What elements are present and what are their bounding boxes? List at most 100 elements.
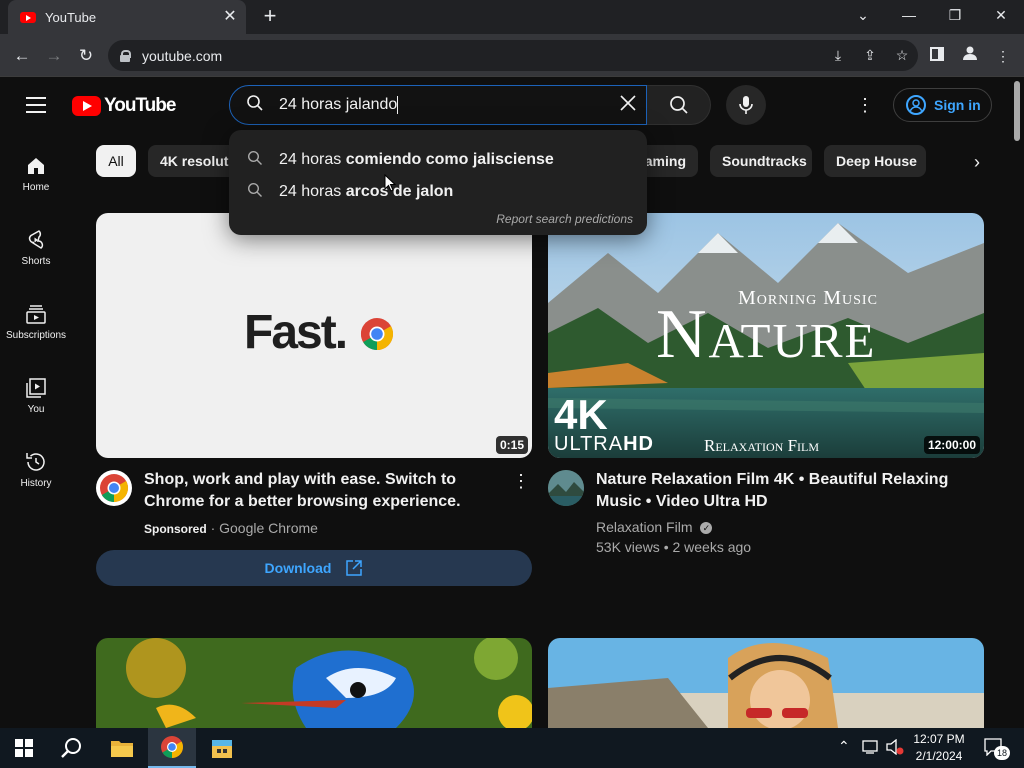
relaxation-film-channel-avatar[interactable] xyxy=(548,470,584,506)
external-link-icon xyxy=(346,560,363,576)
tab-title: YouTube xyxy=(45,9,97,25)
address-bar[interactable]: youtube.com ⤓ ⇪ ☆ xyxy=(108,40,918,71)
suggestion-item[interactable]: 24 horas arcos de jalon xyxy=(229,176,647,208)
video-duration: 12:00:00 xyxy=(923,436,980,454)
verified-check-icon: ✓ xyxy=(700,522,713,535)
video-thumbnail-nature[interactable]: Morning Music Nature 4K ULTRAHD Relaxati… xyxy=(548,213,984,458)
youtube-favicon-icon xyxy=(20,11,36,23)
search-input[interactable]: 24 horas jalando xyxy=(229,85,647,125)
subscriptions-icon xyxy=(24,302,48,326)
bird-image xyxy=(96,638,532,728)
guide-item-subscriptions[interactable]: Subscriptions xyxy=(0,286,72,360)
video-title[interactable]: Shop, work and play with ease. Switch to… xyxy=(144,469,504,513)
search-icon xyxy=(669,96,688,114)
clear-search-icon[interactable] xyxy=(610,92,646,118)
scrollbar-thumb[interactable] xyxy=(1014,81,1020,141)
chip-all[interactable]: All xyxy=(96,145,136,177)
minimize-button[interactable]: — xyxy=(886,0,932,30)
new-tab-button[interactable]: + xyxy=(258,4,282,28)
taskbar-search-button[interactable] xyxy=(48,728,96,768)
thumbnail-hd-text: HD xyxy=(623,433,654,455)
windows-taskbar: ⌃ 12:07 PM 2/1/2024 18 xyxy=(0,728,1024,768)
close-window-button[interactable]: ✕ xyxy=(978,0,1024,30)
restore-button[interactable]: ❐ xyxy=(932,0,978,30)
share-icon[interactable]: ⇪ xyxy=(854,47,886,64)
page-scrollbar[interactable] xyxy=(1010,77,1024,728)
windows-logo-icon xyxy=(15,739,33,757)
browser-menu-icon[interactable]: ⋮ xyxy=(991,44,1015,68)
browser-tab-youtube[interactable]: YouTube ✕ xyxy=(8,0,246,34)
video-duration: 0:15 xyxy=(495,436,528,454)
guide-item-you[interactable]: You xyxy=(0,360,72,434)
install-app-icon[interactable]: ⤓ xyxy=(822,47,854,64)
system-clock[interactable]: 12:07 PM 2/1/2024 xyxy=(900,731,978,765)
you-icon xyxy=(24,376,48,400)
guide-menu-icon[interactable] xyxy=(26,97,46,113)
download-button[interactable]: Download xyxy=(96,550,532,586)
folder-icon xyxy=(111,741,133,757)
close-tab-icon[interactable]: ✕ xyxy=(220,7,240,27)
search-icon xyxy=(61,738,81,758)
youtube-logo[interactable]: YouTube xyxy=(72,95,176,117)
bookmark-star-icon[interactable]: ☆ xyxy=(886,47,918,64)
taskbar-file-explorer[interactable] xyxy=(98,728,146,768)
guide-item-shorts[interactable]: Shorts xyxy=(0,212,72,286)
network-icon[interactable] xyxy=(862,739,880,760)
forward-button[interactable]: → xyxy=(40,42,68,70)
account-icon xyxy=(906,95,926,115)
side-panel-icon[interactable] xyxy=(925,44,949,68)
search-icon xyxy=(246,94,266,117)
search-button[interactable] xyxy=(647,85,711,125)
video-thumbnail-beach[interactable] xyxy=(548,638,984,728)
suggestion-item[interactable]: 24 horas comiendo como jalisciense xyxy=(229,144,647,176)
video-title[interactable]: Nature Relaxation Film 4K • Beautiful Re… xyxy=(596,469,966,513)
profile-icon[interactable] xyxy=(958,44,982,68)
chrome-channel-avatar[interactable] xyxy=(96,470,132,506)
thumbnail-relaxation-film-text: Relaxation Film xyxy=(704,436,820,455)
thumbnail-4k-text: 4K xyxy=(554,391,608,438)
back-button[interactable]: ← xyxy=(8,42,36,70)
chip-soundtracks[interactable]: Soundtracks xyxy=(710,145,812,177)
search-icon xyxy=(247,150,263,171)
chip-deep-house[interactable]: Deep House xyxy=(824,145,926,177)
lock-icon[interactable] xyxy=(120,49,131,62)
sign-in-button[interactable]: Sign in xyxy=(893,88,992,122)
video-thumbnail-chrome-ad[interactable]: Fast. 0:15 xyxy=(96,213,532,458)
browser-tab-strip: YouTube ✕ + ⌄ — ❐ ✕ xyxy=(0,0,1024,34)
channel-name[interactable]: Google Chrome xyxy=(219,520,318,536)
settings-more-icon[interactable]: ⋮ xyxy=(853,93,877,117)
home-icon xyxy=(24,154,48,178)
windows-start-button[interactable] xyxy=(0,728,48,768)
app-box-icon xyxy=(212,740,232,758)
youtube-play-icon xyxy=(72,96,101,116)
report-search-predictions-link[interactable]: Report search predictions xyxy=(496,212,633,226)
shorts-icon xyxy=(24,228,48,252)
chevron-up-icon[interactable]: ⌃ xyxy=(838,738,850,755)
video-thumbnail-bird[interactable] xyxy=(96,638,532,728)
history-icon xyxy=(24,450,48,474)
search-query-text[interactable]: 24 horas jalando xyxy=(279,96,397,113)
sponsored-label: Sponsored xyxy=(144,522,207,536)
notification-count-badge: 18 xyxy=(994,746,1010,760)
beach-woman-image xyxy=(548,638,984,728)
microphone-icon xyxy=(739,96,753,114)
guide-item-history[interactable]: History xyxy=(0,434,72,508)
chrome-logo-icon xyxy=(161,736,183,758)
taskbar-app-generic[interactable] xyxy=(198,728,246,768)
reload-button[interactable]: ↻ xyxy=(72,42,100,70)
notifications-icon[interactable]: 18 xyxy=(984,738,1010,760)
url-text[interactable]: youtube.com xyxy=(142,48,822,64)
video-stats: 53K views • 2 weeks ago xyxy=(596,539,752,555)
chrome-logo-icon xyxy=(360,317,394,356)
voice-search-button[interactable] xyxy=(726,85,766,125)
tab-search-icon[interactable]: ⌄ xyxy=(840,0,886,30)
thumbnail-nature-text: Nature xyxy=(656,296,877,373)
thumbnail-fast-text: Fast. xyxy=(244,306,348,359)
chevron-right-icon[interactable]: › xyxy=(965,150,989,174)
search-suggestions-dropdown: 24 horas comiendo como jalisciense 24 ho… xyxy=(229,130,647,235)
guide-item-home[interactable]: Home xyxy=(0,138,72,212)
video-menu-icon[interactable]: ⋮ xyxy=(512,471,530,492)
taskbar-chrome[interactable] xyxy=(148,728,196,768)
channel-name[interactable]: Relaxation Film xyxy=(596,519,692,535)
thumbnail-ultra-text: ULTRA xyxy=(554,433,624,455)
